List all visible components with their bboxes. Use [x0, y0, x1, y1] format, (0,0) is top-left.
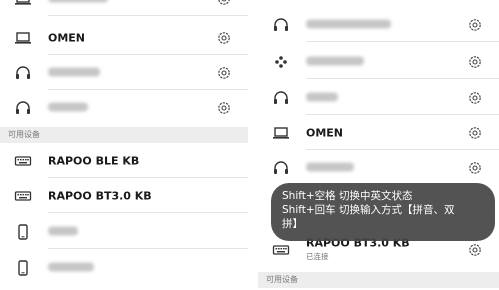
- device-name-obscured: [48, 262, 94, 275]
- row-divider: [306, 114, 499, 115]
- device-row-rapoo-bt30[interactable]: RAPOO BT3.0 KB: [0, 179, 248, 213]
- row-divider: [48, 15, 248, 16]
- device-name-obscured: [306, 56, 364, 69]
- row-divider: [306, 41, 499, 42]
- row-divider: [48, 212, 248, 213]
- row-divider: [306, 149, 499, 150]
- keyboard-icon: [14, 187, 32, 205]
- gamepad-icon: [272, 53, 290, 71]
- gear-icon[interactable]: [216, 30, 232, 46]
- device-row[interactable]: [0, 215, 248, 249]
- gear-icon[interactable]: [467, 242, 483, 258]
- toast-line: Shift+回车 切换输入方式【拼音、双: [282, 204, 455, 216]
- phone-icon: [14, 223, 32, 241]
- device-row[interactable]: [258, 8, 499, 42]
- keyboard-icon: [14, 152, 32, 170]
- device-row[interactable]: [0, 251, 248, 285]
- headphones-icon: [14, 64, 32, 82]
- device-name-obscured: [306, 92, 338, 105]
- toast-line: Shift+空格 切换中英文状态: [282, 190, 413, 202]
- device-name-obscured: [48, 0, 108, 6]
- device-row[interactable]: [258, 45, 499, 79]
- phone-icon: [14, 259, 32, 277]
- right-device-list-panel: OMEN RAPOO BT3.0 KB 已连接 可用设备 Shift+空格 切换…: [258, 0, 499, 290]
- connection-status: 已连接: [306, 252, 329, 261]
- row-divider: [48, 248, 248, 249]
- device-row[interactable]: [258, 81, 499, 115]
- panel-separator: [248, 0, 258, 290]
- gear-icon[interactable]: [467, 54, 483, 70]
- gear-icon[interactable]: [216, 65, 232, 81]
- device-name-obscured: [48, 226, 78, 239]
- device-name: OMEN: [48, 31, 86, 45]
- section-header-available: 可用设备: [0, 127, 248, 143]
- left-device-list-panel: OMEN 可用设备 RAPOO BLE KB RAPOO BT3.0 KB: [0, 0, 248, 290]
- headphones-icon: [272, 89, 290, 107]
- headphones-icon: [14, 99, 32, 117]
- gear-icon[interactable]: [467, 17, 483, 33]
- row-divider: [48, 89, 248, 90]
- row-divider: [306, 78, 499, 79]
- device-row-omen[interactable]: OMEN: [258, 116, 499, 150]
- device-row-omen[interactable]: OMEN: [0, 21, 248, 55]
- gear-icon[interactable]: [467, 160, 483, 176]
- gear-icon[interactable]: [467, 125, 483, 141]
- toast-line: 拼】: [282, 218, 303, 230]
- device-row[interactable]: [258, 151, 499, 185]
- input-method-toast: Shift+空格 切换中英文状态 Shift+回车 切换输入方式【拼音、双 拼】: [271, 183, 495, 241]
- row-divider: [48, 177, 248, 178]
- device-row[interactable]: [0, 0, 248, 16]
- gear-icon[interactable]: [467, 90, 483, 106]
- laptop-icon: [14, 0, 32, 8]
- laptop-icon: [14, 29, 32, 47]
- device-name: RAPOO BT3.0 KB: [48, 189, 152, 203]
- device-row-rapoo-ble[interactable]: RAPOO BLE KB: [0, 144, 248, 178]
- device-row[interactable]: [0, 91, 248, 125]
- row-divider: [48, 54, 248, 55]
- gear-icon[interactable]: [216, 100, 232, 116]
- device-name-obscured: [306, 162, 354, 175]
- device-row[interactable]: [0, 56, 248, 90]
- device-name-obscured: [48, 67, 100, 80]
- device-name-obscured: [306, 19, 391, 32]
- gear-icon[interactable]: [216, 0, 232, 7]
- headphones-icon: [272, 159, 290, 177]
- device-name-obscured: [48, 102, 88, 115]
- keyboard-icon: [272, 241, 290, 259]
- section-header-available: 可用设备: [258, 272, 499, 288]
- headphones-icon: [272, 16, 290, 34]
- device-name: RAPOO BLE KB: [48, 154, 140, 168]
- laptop-icon: [272, 124, 290, 142]
- device-name: OMEN: [306, 126, 344, 140]
